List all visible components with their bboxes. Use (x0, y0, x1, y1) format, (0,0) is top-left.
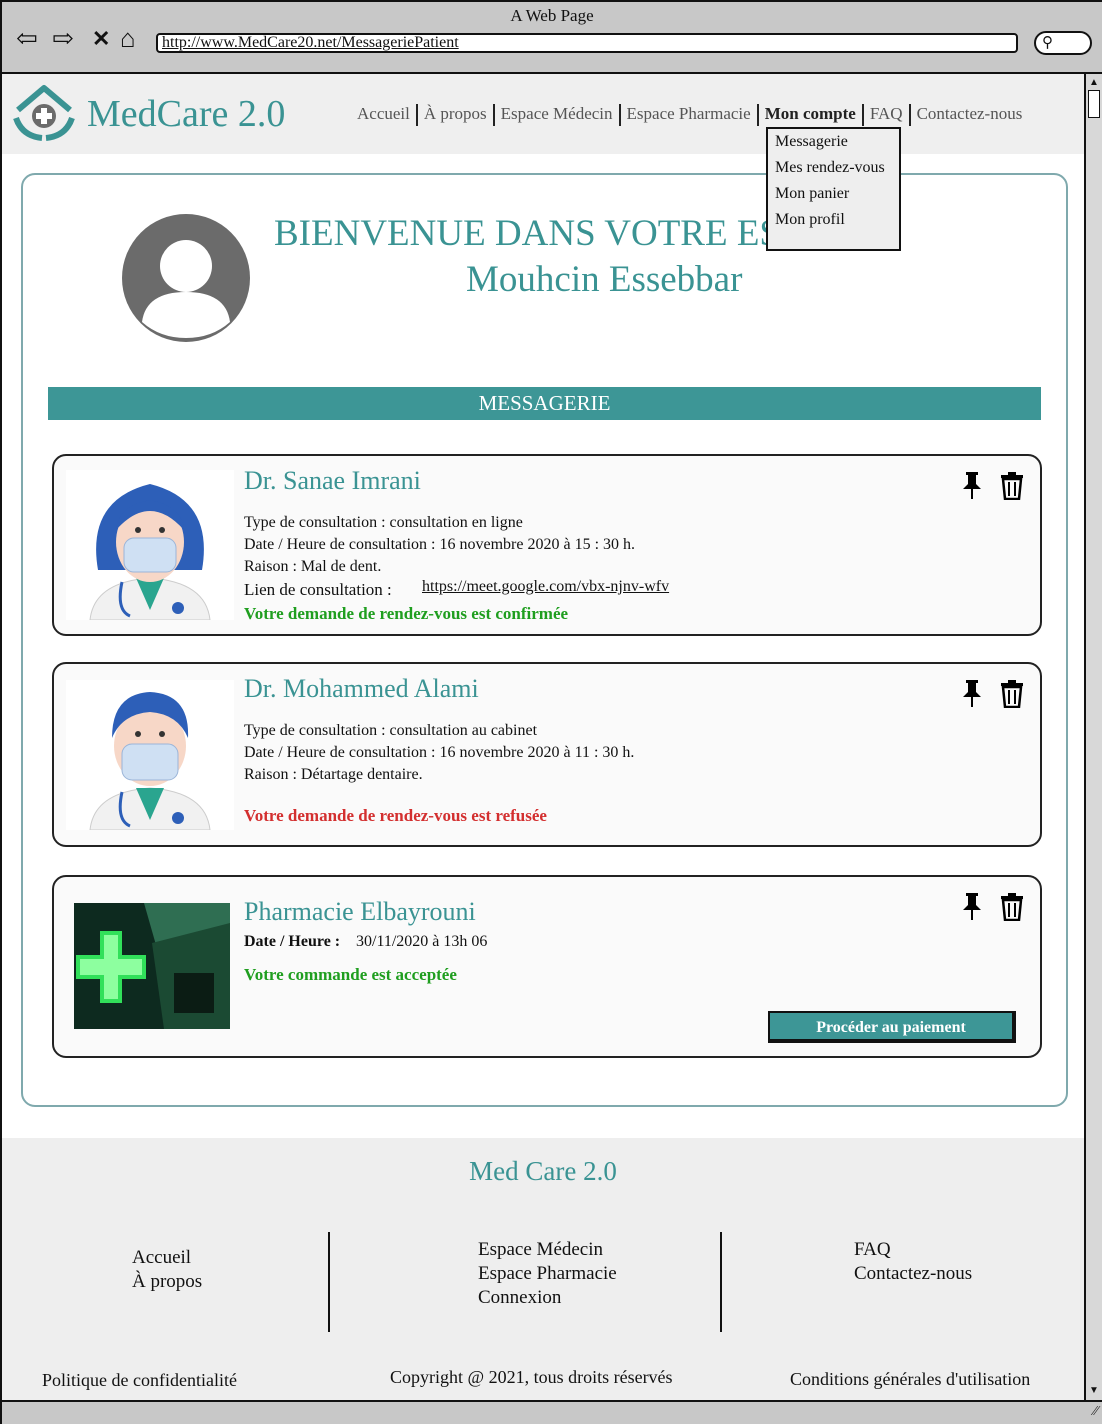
footer-link-connexion[interactable]: Connexion (478, 1286, 617, 1310)
site-footer: Med Care 2.0 Accueil À propos Espace Méd… (2, 1138, 1084, 1400)
message-sender: Dr. Mohammed Alami (244, 674, 479, 703)
status-confirmed: Votre demande de rendez-vous est confirm… (244, 604, 569, 623)
footer-link-a-propos[interactable]: À propos (132, 1270, 202, 1294)
footer-column-3: FAQ Contactez-nous (854, 1238, 972, 1286)
footer-divider (720, 1232, 722, 1332)
dropdown-item-rendez-vous[interactable]: Mes rendez-vous (775, 159, 885, 177)
footer-link-contact[interactable]: Contactez-nous (854, 1262, 972, 1286)
section-title: MESSAGERIE (48, 387, 1041, 420)
pin-icon[interactable] (960, 678, 984, 708)
trash-icon[interactable] (1000, 470, 1024, 500)
user-avatar-icon (122, 214, 250, 342)
site-header: MedCare 2.0 Accueil À propos Espace Médeci… (2, 74, 1084, 154)
status-refused: Votre demande de rendez-vous est refusée (244, 806, 547, 825)
consultation-date: Date / Heure de consultation : 16 novemb… (244, 536, 636, 553)
menu-accueil[interactable]: Accueil (351, 104, 416, 124)
user-name: Mouhcin Essebbar (466, 259, 743, 300)
browser-window: A Web Page ⇦ ⇨ ✕ ⌂ http://www.MedCare20.… (0, 0, 1102, 1424)
footer-link-espace-pharmacie[interactable]: Espace Pharmacie (478, 1262, 617, 1286)
menu-mon-compte[interactable]: Mon compte (759, 104, 862, 124)
doctor-male-image (66, 680, 234, 830)
menu-faq[interactable]: FAQ (864, 104, 909, 124)
message-card: Dr. Sanae Imrani Type de consultation : … (52, 454, 1042, 636)
status-accepted: Votre commande est acceptée (244, 965, 457, 984)
footer-divider (328, 1232, 330, 1332)
menu-contactez-nous[interactable]: Contactez-nous (911, 104, 1029, 124)
message-sender: Pharmacie Elbayrouni (244, 897, 476, 926)
menu-espace-medecin[interactable]: Espace Médecin (495, 104, 619, 124)
footer-copyright: Copyright @ 2021, tous droits réservés (390, 1367, 673, 1387)
search-field[interactable]: ⚲ (1034, 31, 1092, 55)
doctor-female-image (66, 470, 234, 620)
footer-link-accueil[interactable]: Accueil (132, 1246, 202, 1270)
url-bar[interactable]: http://www.MedCare20.net/MessageriePatie… (156, 33, 1018, 53)
dropdown-item-messagerie[interactable]: Messagerie (775, 133, 848, 151)
consultation-link[interactable]: https://meet.google.com/vbx-njnv-wfv (422, 578, 669, 596)
scroll-thumb[interactable] (1088, 90, 1100, 118)
brand-name[interactable]: MedCare 2.0 (87, 92, 285, 136)
menu-espace-pharmacie[interactable]: Espace Pharmacie (621, 104, 757, 124)
consultation-type: Type de consultation : consultation au c… (244, 722, 538, 739)
trash-icon[interactable] (1000, 678, 1024, 708)
forward-icon[interactable]: ⇨ (52, 24, 74, 54)
back-icon[interactable]: ⇦ (16, 24, 38, 54)
account-dropdown: Messagerie Mes rendez-vous Mon panier Mo… (766, 127, 901, 251)
consultation-reason: Raison : Mal de dent. (244, 558, 382, 575)
resize-handle-icon[interactable]: ⁄⁄ (1093, 1404, 1098, 1420)
main-menu: Accueil À propos Espace Médecin Espace Phar… (351, 104, 1029, 127)
message-sender: Dr. Sanae Imrani (244, 466, 421, 495)
trash-icon[interactable] (1000, 891, 1024, 921)
pay-button[interactable]: Procéder au paiement (768, 1011, 1016, 1043)
footer-column-2: Espace Médecin Espace Pharmacie Connexio… (478, 1238, 617, 1310)
close-icon[interactable]: ✕ (92, 24, 110, 54)
message-card: Pharmacie Elbayrouni Date / Heure : 30/1… (52, 875, 1042, 1058)
vertical-scrollbar[interactable]: ▲ ▼ (1084, 74, 1102, 1400)
order-date-value: 30/11/2020 à 13h 06 (356, 933, 488, 950)
scroll-up-icon[interactable]: ▲ (1086, 76, 1102, 90)
consultation-type: Type de consultation : consultation en l… (244, 514, 523, 531)
consultation-reason: Raison : Détartage dentaire. (244, 766, 423, 783)
browser-statusbar: ⁄⁄ (2, 1400, 1102, 1424)
dropdown-item-profil[interactable]: Mon profil (775, 211, 845, 229)
footer-column-1: Accueil À propos (132, 1246, 202, 1294)
logo-icon (13, 85, 75, 141)
dropdown-item-panier[interactable]: Mon panier (775, 185, 849, 203)
search-icon: ⚲ (1042, 35, 1053, 51)
footer-privacy-link[interactable]: Politique de confidentialité (42, 1370, 237, 1391)
consultation-link-label: Lien de consultation : (244, 580, 392, 599)
footer-link-faq[interactable]: FAQ (854, 1238, 972, 1262)
footer-terms-link[interactable]: Conditions générales d'utilisation (790, 1369, 1030, 1390)
scroll-down-icon[interactable]: ▼ (1086, 1384, 1102, 1398)
menu-a-propos[interactable]: À propos (418, 104, 493, 124)
order-date-label: Date / Heure : (244, 933, 341, 950)
footer-title: Med Care 2.0 (469, 1156, 617, 1186)
pin-icon[interactable] (960, 891, 984, 921)
message-card: Dr. Mohammed Alami Type de consultation … (52, 662, 1042, 847)
window-title: A Web Page (510, 6, 594, 25)
pin-icon[interactable] (960, 470, 984, 500)
pharmacy-image (74, 903, 230, 1029)
browser-titlebar: A Web Page ⇦ ⇨ ✕ ⌂ http://www.MedCare20.… (2, 2, 1102, 74)
footer-link-espace-medecin[interactable]: Espace Médecin (478, 1238, 617, 1262)
home-icon[interactable]: ⌂ (120, 24, 136, 54)
consultation-date: Date / Heure de consultation : 16 novemb… (244, 744, 635, 761)
